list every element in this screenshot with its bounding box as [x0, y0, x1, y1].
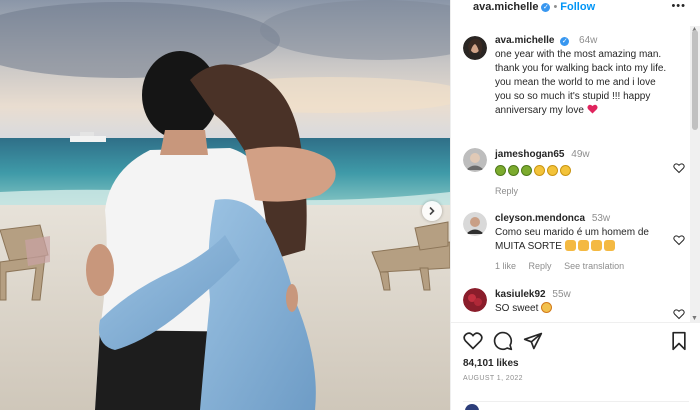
post-header: ava.michelle ✓ • Follow: [451, 0, 700, 14]
caption-line: thank you for walking back into my life.: [495, 63, 667, 74]
heart-icon[interactable]: [673, 234, 685, 246]
see-translation-link[interactable]: See translation: [564, 261, 624, 271]
caption-line: anniversary my love: [495, 105, 584, 116]
comment-timestamp[interactable]: 53w: [592, 213, 610, 224]
nauseated-face-emoji-icon: [521, 165, 532, 176]
comment-author-link[interactable]: cleyson.mendonca: [495, 213, 585, 224]
post-photo: [0, 0, 450, 410]
caption-timestamp[interactable]: 64w: [579, 35, 597, 46]
comment-text: SO sweet: [495, 302, 685, 316]
share-icon[interactable]: [523, 331, 543, 351]
comment-actions: Reply: [495, 184, 685, 198]
commenter-avatar-image: [463, 212, 487, 236]
comments-scrollbar[interactable]: ▲ ▼: [690, 26, 700, 322]
verified-icon: ✓: [541, 2, 551, 12]
post-author-link[interactable]: ava.michelle: [473, 1, 538, 13]
caption-line: one year with the most amazing man.: [495, 49, 662, 60]
comment-author-link[interactable]: kasiulek92: [495, 289, 546, 300]
caption-line: you mean the world to me and i love: [495, 77, 656, 88]
reply-button[interactable]: Reply: [495, 186, 518, 196]
avatar[interactable]: [463, 212, 487, 236]
crying-face-emoji-icon: [534, 165, 545, 176]
comment-timestamp[interactable]: 49w: [571, 149, 589, 160]
action-icons-row: [463, 331, 689, 353]
comment-author-link[interactable]: jameshogan65: [495, 149, 564, 160]
avatar: [465, 404, 479, 410]
avatar[interactable]: [463, 36, 487, 60]
post-actions-section: 84,101 likes AUGUST 1, 2022: [451, 322, 700, 410]
next-photo-button[interactable]: [422, 201, 442, 221]
clapping-hands-emoji-icon: [577, 240, 589, 251]
heart-icon[interactable]: [463, 331, 483, 351]
comment-actions: 1 like Reply See translation: [495, 259, 685, 273]
comment-icon[interactable]: [493, 331, 513, 351]
chevron-right-icon: [429, 206, 435, 216]
heart-icon[interactable]: [673, 308, 685, 320]
comment-body: kasiulek92 55w SO sweet: [495, 288, 685, 316]
post-side-panel: ava.michelle ✓ • Follow ••• ava.michelle…: [450, 0, 700, 410]
red-heart-emoji-icon: [587, 104, 598, 114]
follow-button[interactable]: Follow: [560, 1, 595, 13]
add-comment-area: [463, 401, 689, 410]
nauseated-face-emoji-icon: [495, 165, 506, 176]
comment-text: [495, 165, 685, 179]
comments-scroll-area[interactable]: ava.michelle ✓ 64w one year with the mos…: [451, 26, 700, 322]
separator-dot: •: [553, 1, 558, 13]
bookmark-icon[interactable]: [669, 331, 689, 351]
clapping-hands-emoji-icon: [590, 240, 602, 251]
comment-text-line: SO sweet: [495, 303, 539, 314]
scrollbar-thumb[interactable]: [692, 30, 698, 130]
caption-author-link[interactable]: ava.michelle: [495, 35, 554, 46]
caption-text: ava.michelle ✓ 64w one year with the mos…: [495, 34, 685, 118]
commenter-avatar-image: [463, 148, 487, 172]
post-date[interactable]: AUGUST 1, 2022: [463, 375, 523, 382]
likes-count[interactable]: 84,101 likes: [463, 358, 519, 369]
comment-text-line: MUITA SORTE: [495, 241, 562, 252]
verified-icon: ✓: [560, 37, 570, 46]
scroll-down-icon[interactable]: ▼: [691, 315, 698, 322]
comment-body: jameshogan65 49w Reply: [495, 148, 685, 198]
nauseated-face-emoji-icon: [508, 165, 519, 176]
more-options-icon[interactable]: •••: [671, 0, 686, 12]
clapping-hands-emoji-icon: [564, 240, 576, 251]
photo-illustration: [0, 0, 450, 410]
crying-face-emoji-icon: [560, 165, 571, 176]
heart-icon[interactable]: [673, 162, 685, 174]
comment-timestamp[interactable]: 55w: [552, 289, 570, 300]
caption-line: you so so much it's stupid !!! happy: [495, 91, 651, 102]
comment-body: cleyson.mendonca 53w Como seu marido é u…: [495, 212, 685, 273]
reply-button[interactable]: Reply: [529, 261, 552, 271]
commenter-avatar-image: [463, 288, 487, 312]
likes-count-link[interactable]: 1 like: [495, 261, 516, 271]
comment-text: MUITA SORTE: [495, 240, 685, 254]
crying-face-emoji-icon: [547, 165, 558, 176]
author-avatar-image: [463, 36, 487, 60]
smiling-face-with-hearts-emoji-icon: [541, 302, 553, 313]
avatar[interactable]: [463, 148, 487, 172]
avatar[interactable]: [463, 288, 487, 312]
clapping-hands-emoji-icon: [603, 240, 615, 251]
comment-text: Como seu marido é um homem de: [495, 227, 649, 238]
